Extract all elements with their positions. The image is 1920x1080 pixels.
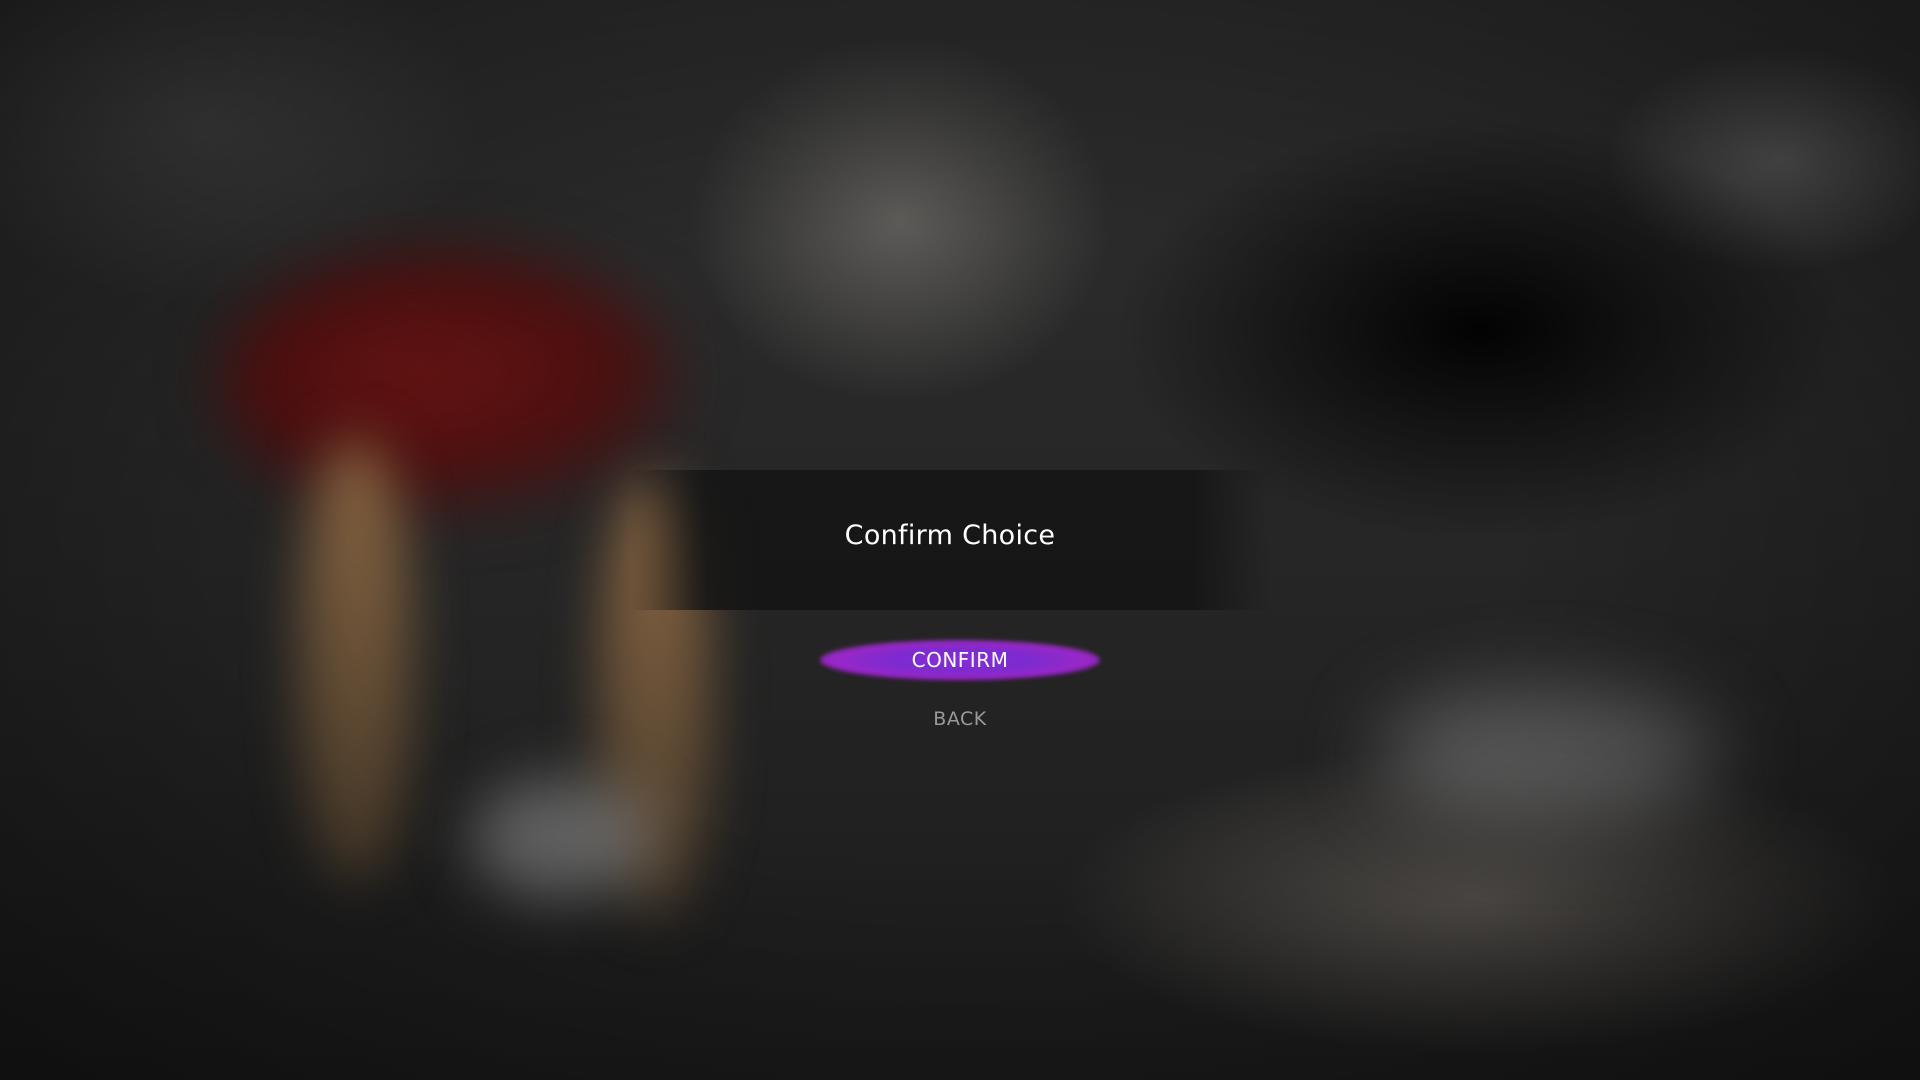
confirm-button-label: CONFIRM — [911, 648, 1009, 672]
back-button[interactable]: BACK — [820, 702, 1100, 736]
back-button-label: BACK — [933, 708, 987, 730]
dialog-title: Confirm Choice — [844, 520, 1056, 551]
confirm-button[interactable]: CONFIRM — [820, 640, 1100, 680]
